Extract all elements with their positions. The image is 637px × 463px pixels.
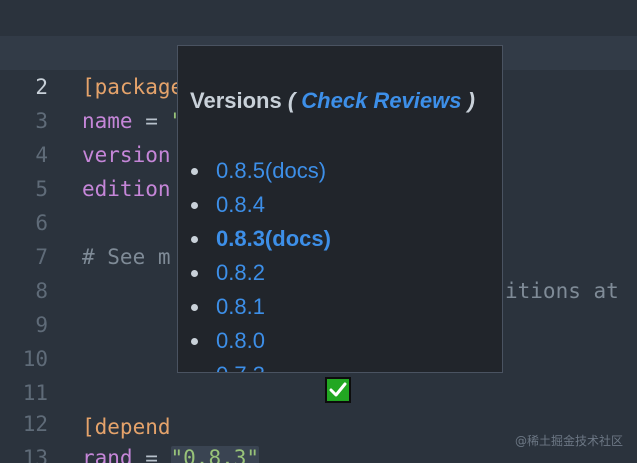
- toml-key: rand: [82, 446, 133, 463]
- dependency-version-value[interactable]: "0.8.3": [170, 446, 260, 463]
- bullet-icon: [191, 202, 198, 209]
- paren-open: (: [281, 88, 302, 113]
- paren-close: ): [461, 88, 475, 113]
- popup-title-text: Versions: [190, 88, 282, 113]
- version-link[interactable]: 0.8.4: [216, 188, 265, 222]
- editor-line[interactable]: 1 [package]: [0, 2, 637, 99]
- check-reviews-link[interactable]: Check Reviews: [301, 88, 461, 113]
- bullet-icon: [191, 304, 198, 311]
- check-mark-icon[interactable]: [325, 377, 351, 403]
- version-link[interactable]: 0.7.3: [216, 358, 265, 372]
- bullet-icon: [191, 168, 198, 175]
- versions-popup: Versions ( Check Reviews ) 0.8.5(docs) 0…: [177, 45, 503, 373]
- watermark: @稀土掘金技术社区: [514, 434, 623, 448]
- version-link[interactable]: 0.8.5(docs): [216, 154, 326, 188]
- editor-line[interactable]: 12 rand = "0.8.3": [0, 373, 637, 463]
- line-code: rand = "0.8.3": [82, 441, 260, 463]
- bullet-icon: [191, 338, 198, 345]
- line-number: 13: [22, 446, 48, 463]
- popup-title: Versions ( Check Reviews ): [190, 88, 475, 114]
- bullet-icon: [191, 270, 198, 277]
- version-link[interactable]: 0.8.0: [216, 324, 265, 358]
- version-link[interactable]: 0.8.3(docs): [216, 222, 331, 256]
- code-editor[interactable]: 1 [package] 2 name = " " 3 version 4 edi…: [0, 0, 637, 463]
- bullet-icon: [191, 372, 198, 373]
- toml-operator: =: [132, 446, 171, 463]
- version-link[interactable]: 0.8.2: [216, 256, 265, 290]
- version-link[interactable]: 0.8.1: [216, 290, 265, 324]
- bullet-icon: [191, 236, 198, 243]
- check-mark-glyph: [329, 382, 347, 397]
